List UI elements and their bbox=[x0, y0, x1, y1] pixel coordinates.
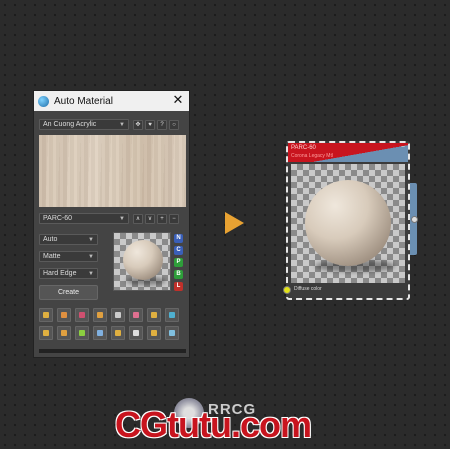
tool-button-10[interactable] bbox=[57, 326, 71, 340]
library-dropdown[interactable]: An Cuong Acrylic ▼ bbox=[39, 119, 129, 130]
socket-label: Diffuse color bbox=[294, 286, 322, 292]
material-sphere-preview[interactable] bbox=[113, 232, 171, 291]
mapping-dropdown[interactable]: Auto ▼ bbox=[39, 234, 98, 245]
map-letters: N C P B L bbox=[174, 234, 183, 294]
create-button[interactable]: Create bbox=[39, 285, 98, 300]
tool-button-9[interactable] bbox=[39, 326, 53, 340]
sphere-render bbox=[305, 180, 391, 266]
tool-button-6[interactable] bbox=[129, 308, 143, 322]
remove-button[interactable]: − bbox=[169, 213, 179, 224]
tool-button-14[interactable] bbox=[129, 326, 143, 340]
mapping-dropdown-value: Auto bbox=[43, 236, 58, 243]
material-dropdown[interactable]: PARC-60 ▼ bbox=[39, 213, 129, 224]
library-row: An Cuong Acrylic ▼ ✥ ♥ ? ○ bbox=[39, 119, 179, 130]
library-dropdown-value: An Cuong Acrylic bbox=[43, 121, 97, 128]
p-map-button[interactable]: P bbox=[174, 258, 183, 267]
auto-material-panel: Auto Material ✕ An Cuong Acrylic ▼ ✥ ♥ ?… bbox=[33, 90, 190, 358]
move-button[interactable]: ✥ bbox=[133, 119, 143, 130]
play-arrow-icon bbox=[225, 212, 244, 234]
add-button[interactable]: + bbox=[157, 213, 167, 224]
chevron-down-icon: ▼ bbox=[88, 253, 94, 260]
tool-button-4[interactable] bbox=[93, 308, 107, 322]
previous-button[interactable]: ∧ bbox=[133, 213, 143, 224]
chevron-down-icon: ▼ bbox=[119, 121, 125, 128]
tool-button-5[interactable] bbox=[111, 308, 125, 322]
app-icon bbox=[38, 95, 49, 107]
node-minimize-button[interactable]: − bbox=[401, 144, 405, 151]
options-column: Auto ▼ Matte ▼ Hard Edge ▼ bbox=[39, 234, 98, 279]
chevron-down-icon: ▼ bbox=[88, 270, 94, 277]
node-preview bbox=[291, 164, 405, 283]
node-title: PARC-60 bbox=[291, 145, 316, 151]
tool-button-8[interactable] bbox=[165, 308, 179, 322]
edge-dropdown-value: Hard Edge bbox=[43, 270, 77, 277]
normal-map-button[interactable]: N bbox=[174, 234, 183, 243]
watermark-text: CGtutu.com bbox=[115, 404, 312, 445]
scrollbar[interactable] bbox=[39, 349, 186, 353]
material-row: PARC-60 ▼ ∧ ∨ + − bbox=[39, 213, 179, 224]
tool-button-12[interactable] bbox=[93, 326, 107, 340]
bump-map-button[interactable]: B bbox=[174, 270, 183, 279]
close-button[interactable]: ✕ bbox=[171, 93, 185, 107]
node-subtitle: Corona Legacy Mtl bbox=[291, 153, 333, 159]
material-dropdown-value: PARC-60 bbox=[43, 215, 73, 222]
panel-title: Auto Material bbox=[54, 95, 113, 107]
color-map-button[interactable]: C bbox=[174, 246, 183, 255]
tool-button-16[interactable] bbox=[165, 326, 179, 340]
material-node[interactable]: PARC-60 Corona Legacy Mtl − Diffuse colo… bbox=[283, 141, 410, 300]
tool-button-7[interactable] bbox=[147, 308, 161, 322]
input-socket[interactable] bbox=[283, 286, 291, 294]
tool-button-3[interactable] bbox=[75, 308, 89, 322]
favorite-button[interactable]: ♥ bbox=[145, 119, 155, 130]
tool-button-1[interactable] bbox=[39, 308, 53, 322]
tool-button-2[interactable] bbox=[57, 308, 71, 322]
output-socket[interactable] bbox=[411, 216, 418, 223]
tool-button-15[interactable] bbox=[147, 326, 161, 340]
next-button[interactable]: ∨ bbox=[145, 213, 155, 224]
finish-dropdown[interactable]: Matte ▼ bbox=[39, 251, 98, 262]
edge-dropdown[interactable]: Hard Edge ▼ bbox=[39, 268, 98, 279]
node-header: PARC-60 Corona Legacy Mtl − bbox=[288, 143, 408, 162]
panel-titlebar[interactable]: Auto Material ✕ bbox=[34, 91, 189, 111]
sphere-render bbox=[123, 240, 163, 280]
tool-button-13[interactable] bbox=[111, 326, 125, 340]
help-button[interactable]: ? bbox=[157, 119, 167, 130]
material-texture-preview[interactable] bbox=[39, 135, 186, 207]
chevron-down-icon: ▼ bbox=[88, 236, 94, 243]
finish-dropdown-value: Matte bbox=[43, 253, 61, 260]
chevron-down-icon: ▼ bbox=[119, 215, 125, 222]
tool-button-11[interactable] bbox=[75, 326, 89, 340]
l-map-button[interactable]: L bbox=[174, 282, 183, 291]
tool-grid bbox=[39, 308, 179, 340]
settings-button[interactable]: ○ bbox=[169, 119, 179, 130]
